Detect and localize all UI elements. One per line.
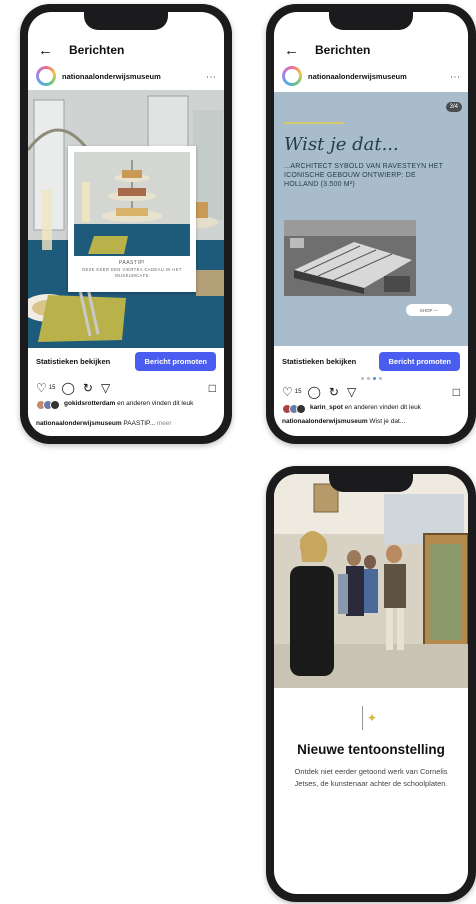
poster-headline: Wist je dat...: [284, 134, 399, 155]
avatar[interactable]: [36, 66, 56, 86]
caption-account[interactable]: nationaalonderwijsmuseum: [36, 420, 122, 427]
phone-screen: ✦ Nieuwe tentoonstelling Ontdek niet eer…: [274, 474, 468, 894]
share-icon[interactable]: ▽: [347, 386, 356, 398]
header-title: Berichten: [69, 43, 125, 57]
like-count: 15: [48, 385, 56, 391]
phone-notch: [329, 10, 413, 30]
slide-counter: 3/4: [445, 102, 462, 112]
comment-icon[interactable]: ◯: [61, 382, 74, 394]
back-arrow-icon[interactable]: ←: [38, 43, 53, 58]
building-photo: [284, 220, 416, 296]
more-options-icon[interactable]: ⋮: [449, 72, 460, 80]
avatar[interactable]: [282, 66, 302, 86]
carousel-indicator: [274, 377, 468, 380]
phone-mockup-2: ← Berichten nationaalonderwijsmuseum ⋮ 3…: [266, 4, 476, 444]
back-arrow-icon[interactable]: ←: [284, 43, 299, 58]
comment-icon[interactable]: ◯: [307, 386, 320, 398]
post-image: PAASTIP! DEZE KEER EEN VIERTEA CADEAU IN…: [28, 90, 224, 348]
caption-account[interactable]: nationaalonderwijsmuseum: [282, 418, 368, 425]
app-header: ← Berichten: [28, 38, 224, 62]
caption: nationaalonderwijsmuseum Wist je dat...: [282, 418, 460, 425]
phone-mockup-1: ← Berichten nationaalonderwijsmuseum ⋮ P…: [20, 4, 232, 444]
poster-top-stripe: [284, 122, 344, 124]
like-count: 15: [294, 389, 302, 395]
carousel-slide[interactable]: 3/4 Wist je dat... ...ARCHITECT SYBOLD V…: [274, 92, 468, 346]
post-account-row: nationaalonderwijsmuseum ⋮: [274, 64, 468, 88]
share-icon[interactable]: ▽: [101, 382, 110, 394]
account-name[interactable]: nationaalonderwijsmuseum: [62, 72, 205, 81]
phone-screen: ← Berichten nationaalonderwijsmuseum ⋮ 3…: [274, 12, 468, 436]
likes-rest: en anderen vinden dit leuk: [342, 404, 421, 411]
promo-card: PAASTIP! DEZE KEER EEN VIERTEA CADEAU IN…: [68, 146, 196, 292]
post-actions: ♡ 15 ◯ ↻ ▽ □: [36, 380, 216, 396]
insights-bar: Statistieken bekijken Bericht promoten: [28, 348, 224, 374]
heart-icon[interactable]: ♡: [282, 386, 293, 398]
promote-button[interactable]: Bericht promoten: [135, 351, 216, 371]
repost-icon[interactable]: ↻: [329, 386, 339, 398]
liker-avatars: [36, 400, 60, 410]
phone-screen: ← Berichten nationaalonderwijsmuseum ⋮ P…: [28, 12, 224, 436]
caption-text: PAASTIP...: [121, 420, 155, 427]
more-options-icon[interactable]: ⋮: [205, 72, 216, 80]
card-label-1: PAASTIP!: [118, 260, 146, 266]
post-actions: ♡ 15 ◯ ↻ ▽ □: [282, 384, 460, 400]
card-label-2: DEZE KEER EEN VIERTEA CADEAU IN HET MUSE…: [82, 267, 182, 278]
caption: nationaalonderwijsmuseum PAASTIP... meer: [36, 420, 216, 427]
poster-body: ...ARCHITECT SYBOLD VAN RAVESTEYN HET IC…: [284, 163, 443, 188]
exhibition-description: Ontdek niet eerder getoond werk van Corn…: [294, 767, 448, 788]
exhibition-photo: [274, 474, 468, 688]
exhibition-title: Nieuwe tentoonstelling: [297, 742, 445, 757]
bookmark-icon[interactable]: □: [453, 385, 460, 399]
liker-avatars: [282, 404, 306, 414]
app-header: ← Berichten: [274, 38, 468, 62]
repost-icon[interactable]: ↻: [83, 382, 93, 394]
phone-mockup-3: ✦ Nieuwe tentoonstelling Ontdek niet eer…: [266, 466, 476, 902]
header-title: Berichten: [315, 43, 371, 57]
bookmark-icon[interactable]: □: [209, 381, 216, 395]
insights-bar: Statistieken bekijken Bericht promoten: [274, 348, 468, 374]
view-insights-link[interactable]: Statistieken bekijken: [282, 357, 356, 366]
card-photo: [74, 152, 190, 256]
likes-user[interactable]: karin_spot: [310, 404, 343, 411]
view-insights-link[interactable]: Statistieken bekijken: [36, 357, 110, 366]
post-account-row: nationaalonderwijsmuseum ⋮: [28, 64, 224, 88]
likes-rest: en anderen vinden dit leuk: [115, 400, 194, 407]
shop-button[interactable]: SHOP —: [406, 304, 452, 316]
promote-button[interactable]: Bericht promoten: [379, 351, 460, 371]
caption-text: Wist je dat...: [367, 418, 406, 425]
likes-row: karin_spot en anderen vinden dit leuk: [282, 404, 460, 414]
museum-logo: ✦: [362, 706, 381, 730]
heart-icon[interactable]: ♡: [36, 382, 47, 394]
account-name[interactable]: nationaalonderwijsmuseum: [308, 72, 449, 81]
likes-user[interactable]: gokidsrotterdam: [64, 400, 115, 407]
phone-notch: [84, 10, 168, 30]
likes-row: gokidsrotterdam en anderen vinden dit le…: [36, 400, 216, 410]
shop-label: SHOP: [419, 307, 433, 313]
phone-notch: [329, 472, 413, 492]
likes-text[interactable]: karin_spot en anderen vinden dit leuk: [310, 404, 421, 412]
likes-text[interactable]: gokidsrotterdam en anderen vinden dit le…: [64, 400, 216, 408]
caption-more-link[interactable]: meer: [155, 420, 172, 427]
